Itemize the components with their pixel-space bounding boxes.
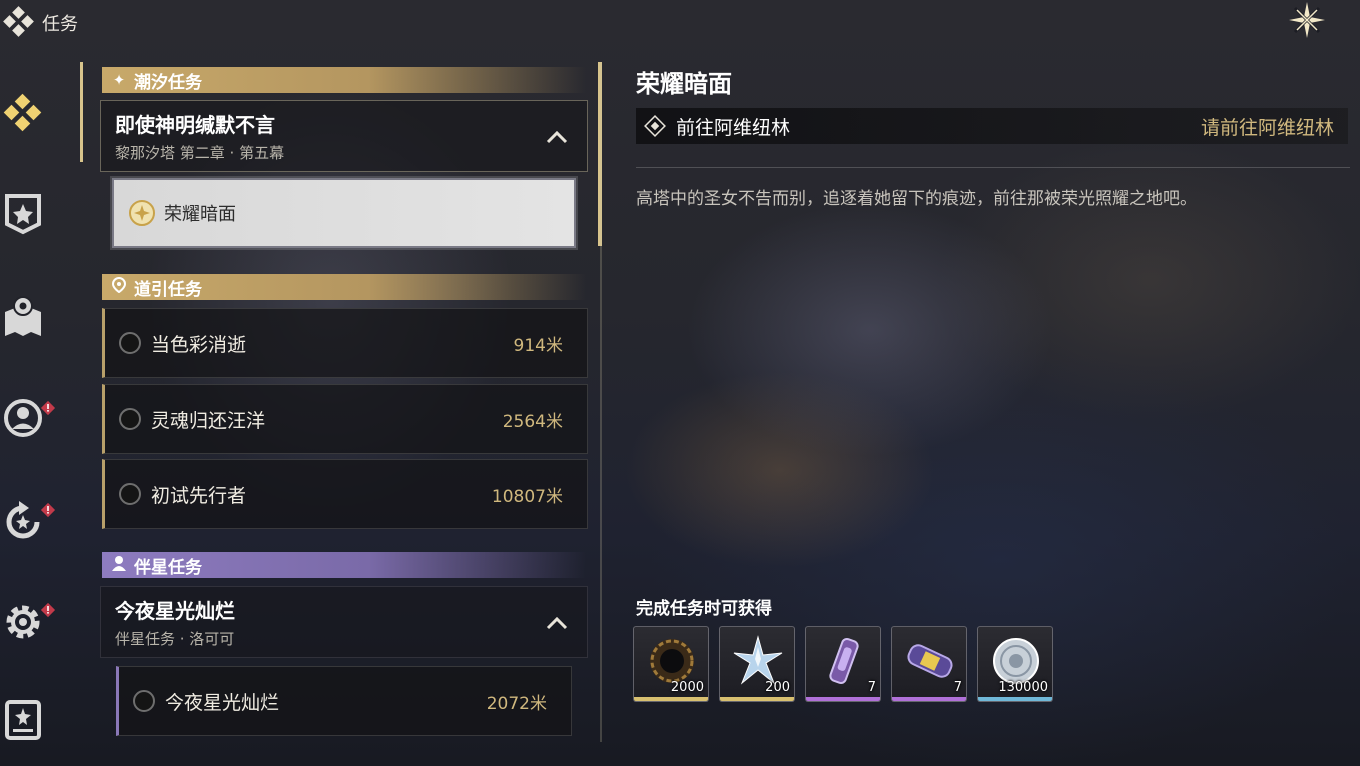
rarity-bar [634, 697, 708, 701]
alert-badge-icon [40, 502, 56, 518]
reward-item[interactable]: 2000 [633, 626, 709, 702]
purple-tube-icon [829, 637, 859, 685]
rarity-bar [720, 697, 794, 701]
rarity-bar [892, 697, 966, 701]
category-label: 伴星任务 [134, 557, 202, 578]
chevron-up-icon[interactable] [545, 127, 569, 147]
rail-settings-tab[interactable] [0, 592, 46, 648]
compass-person-icon [4, 399, 42, 437]
settings-gear-icon [6, 605, 40, 639]
rail-journal-tab[interactable] [0, 692, 46, 748]
task-status-circle [133, 690, 155, 712]
list-accent-bar [80, 62, 83, 162]
refresh-cycle-icon [6, 501, 40, 539]
reward-item[interactable]: 7 [805, 626, 881, 702]
task-name: 当色彩消逝 [151, 333, 247, 356]
guide-task-row[interactable]: 灵魂归还汪洋 2564米 [102, 384, 588, 454]
reward-item[interactable]: 200 [719, 626, 795, 702]
category-label: 潮汐任务 [134, 72, 202, 93]
category-label: 道引任务 [134, 279, 202, 300]
objective-hint: 请前往阿维纽林 [1200, 116, 1334, 139]
rewards-row: 2000 200 7 7 130000 [633, 626, 1053, 702]
reward-quantity: 2000 [670, 680, 704, 695]
rail-quest-tab[interactable] [0, 86, 46, 142]
chapter-title: 即使神明缄默不言 [115, 113, 275, 137]
sparkle-icon: ✦ [112, 71, 126, 89]
category-companion-header: 伴星任务 [102, 552, 586, 578]
quest-list[interactable]: ✦ 潮汐任务 即使神明缄默不言 黎那汐塔 第二章 · 第五幕 荣耀暗面 道引任务… [80, 62, 602, 766]
page-title: 任务 [42, 14, 78, 35]
journal-book-icon [5, 700, 41, 740]
subquest-label: 荣耀暗面 [164, 204, 236, 225]
guide-task-row[interactable]: 初试先行者 10807米 [102, 459, 588, 529]
badge-flag-icon [5, 194, 41, 235]
chapter-subtitle: 黎那汐塔 第二章 · 第五幕 [115, 144, 285, 162]
task-name: 今夜星光灿烂 [165, 691, 280, 714]
map-pin-icon [5, 296, 41, 336]
reward-item[interactable]: 7 [891, 626, 967, 702]
reward-quantity: 200 [765, 680, 790, 695]
location-pin-icon [110, 276, 128, 297]
column-divider [600, 62, 602, 742]
companion-task-row[interactable]: 今夜星光灿烂 2072米 [116, 666, 572, 736]
reward-quantity: 130000 [998, 680, 1048, 695]
close-button[interactable] [1282, 0, 1332, 40]
detail-title: 荣耀暗面 [636, 70, 732, 98]
rail-map-tab[interactable] [0, 288, 46, 344]
purple-capsule-icon [907, 644, 953, 678]
person-icon [110, 555, 128, 575]
task-distance: 2564米 [502, 411, 563, 432]
tide-chapter-card[interactable]: 即使神明缄默不言 黎那汐塔 第二章 · 第五幕 [100, 100, 588, 172]
companion-chapter-card[interactable]: 今夜星光灿烂 伴星任务 · 洛可可 [100, 586, 588, 658]
chapter-subtitle: 伴星任务 · 洛可可 [115, 630, 235, 648]
category-guide-header: 道引任务 [102, 274, 586, 300]
category-tide-header: ✦ 潮汐任务 [102, 67, 586, 93]
tide-subquest-selected[interactable]: 荣耀暗面 [112, 178, 576, 248]
rarity-bar [978, 697, 1052, 701]
objective-diamond-icon [644, 115, 666, 137]
rarity-bar [806, 697, 880, 701]
alert-badge-icon [40, 602, 56, 618]
task-status-circle [119, 408, 141, 430]
close-sparkle-icon [1289, 2, 1325, 38]
rail-companion-tab[interactable] [0, 390, 46, 446]
task-name: 初试先行者 [151, 484, 247, 507]
guide-task-row[interactable]: 当色彩消逝 914米 [102, 308, 588, 378]
task-status-circle [119, 332, 141, 354]
alert-badge-icon [40, 400, 56, 416]
task-distance: 914米 [513, 335, 563, 356]
chapter-title: 今夜星光灿烂 [115, 599, 235, 623]
objective-label: 前往阿维纽林 [676, 116, 791, 139]
task-name: 灵魂归还汪洋 [151, 409, 266, 432]
reward-quantity: 7 [867, 680, 876, 695]
active-quest-marker-icon [129, 200, 155, 226]
objective-row[interactable]: 前往阿维纽林 请前往阿维纽林 [636, 108, 1348, 144]
rail-badge-tab[interactable] [0, 186, 46, 242]
task-distance: 10807米 [491, 486, 563, 507]
quest-logo-icon [2, 6, 34, 38]
rail-cycle-tab[interactable] [0, 492, 46, 548]
rewards-title: 完成任务时可获得 [636, 599, 772, 619]
task-distance: 2072米 [486, 693, 547, 714]
detail-divider [636, 167, 1350, 168]
chevron-up-icon[interactable] [545, 613, 569, 633]
reward-quantity: 7 [953, 680, 962, 695]
quest-tab-icon [3, 93, 42, 132]
task-status-circle [119, 483, 141, 505]
quest-description: 高塔中的圣女不告而别，追逐着她留下的痕迹，前往那被荣光照耀之地吧。 [636, 189, 1197, 209]
reward-item[interactable]: 130000 [977, 626, 1053, 702]
